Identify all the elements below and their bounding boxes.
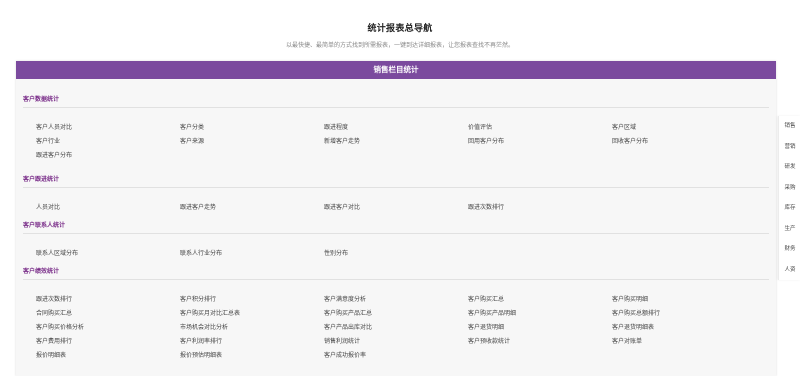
right-nav-item[interactable]: 财务 [779,239,800,260]
report-link[interactable]: 客户购买明细 [612,294,648,303]
report-link[interactable]: 客户购买产品明细 [468,308,516,317]
report-link[interactable]: 客户退货明细表 [612,322,654,331]
report-link[interactable]: 报价明细表 [36,350,66,359]
report-link[interactable]: 客户区域 [612,122,636,131]
report-link[interactable]: 市场机会对比分析 [180,322,228,331]
report-link[interactable]: 客户来源 [180,136,204,145]
right-nav-item[interactable]: 人资 [779,260,800,281]
right-nav-item[interactable]: 销售 [779,116,800,137]
section-divider [23,279,769,280]
right-nav-item[interactable]: 库存 [779,198,800,219]
report-link[interactable]: 跟进客户分布 [36,150,72,159]
report-link[interactable]: 客户购买总额排行 [612,308,660,317]
panel-title: 销售栏目统计 [16,61,776,79]
report-link[interactable]: 客户预收款统计 [468,336,510,345]
report-link[interactable]: 客户积分排行 [180,294,216,303]
report-link[interactable]: 客户费用排行 [36,336,72,345]
section-divider [23,107,769,108]
right-nav-item[interactable]: 研发 [779,157,800,178]
right-nav-item[interactable]: 采购 [779,178,800,199]
report-link[interactable]: 客户购买价格分析 [36,322,84,331]
report-link[interactable]: 性别分布 [324,248,348,257]
report-link[interactable]: 客户购买汇总 [468,294,504,303]
right-nav-item[interactable]: 生产 [779,219,800,240]
report-link[interactable]: 客户退货明细 [468,322,504,331]
report-link[interactable]: 跟进次数排行 [468,202,504,211]
section-divider [23,187,769,188]
report-link[interactable]: 客户利润率排行 [180,336,222,345]
report-link[interactable]: 回收客户分布 [612,136,648,145]
report-link[interactable]: 销售利润统计 [324,336,360,345]
report-link[interactable]: 客户分类 [180,122,204,131]
report-link[interactable]: 联系人区域分布 [36,248,78,257]
report-link[interactable]: 客户对账单 [612,336,642,345]
report-link[interactable]: 价值评估 [468,122,492,131]
report-link[interactable]: 回用客户分布 [468,136,504,145]
report-link[interactable]: 跟进次数排行 [36,294,72,303]
report-link[interactable]: 客户人员对比 [36,122,72,131]
report-link[interactable]: 客户行业 [36,136,60,145]
section-title: 客户联系人统计 [23,223,66,229]
sales-panel: 销售栏目统计 客户数据统计 客户人员对比 客户分类 跟进程度 价值评估 客户区域 客户行业客… [16,61,776,376]
report-link[interactable]: 跟进客户对比 [324,202,360,211]
report-link[interactable]: 合同购买汇总 [36,308,72,317]
report-link[interactable]: 新增客户走势 [324,136,360,145]
page-title: 统计报表总导航 [367,23,433,33]
report-link[interactable]: 跟进客户走势 [180,202,216,211]
right-nav-item[interactable]: 营销 [779,137,800,158]
report-link[interactable]: 客户购买产品汇总 [324,308,372,317]
report-link[interactable]: 跟进程度 [324,122,348,131]
report-link[interactable]: 客户成功报价率 [324,350,366,359]
report-link[interactable]: 客户购买月对比汇总表 [180,308,240,317]
report-link[interactable]: 人员对比 [36,202,60,211]
section-title: 客户跟进统计 [23,177,60,183]
report-link[interactable]: 客户产品出库对比 [324,322,372,331]
right-side-nav: 销售 营销 研发 采购 库存 生产 财务 人资 [778,116,800,280]
report-link[interactable]: 客户满意度分析 [324,294,366,303]
section-title: 客户绩效统计 [23,269,60,275]
report-link[interactable]: 报价预估明细表 [180,350,222,359]
section-title: 客户数据统计 [23,97,60,103]
section-divider [23,233,769,234]
page-subtitle: 以最快捷、最简单的方式找到所需报表，一键到达详细报表，让您报表查找不再茫然。 [285,43,514,49]
report-link[interactable]: 联系人行业分布 [180,248,222,257]
